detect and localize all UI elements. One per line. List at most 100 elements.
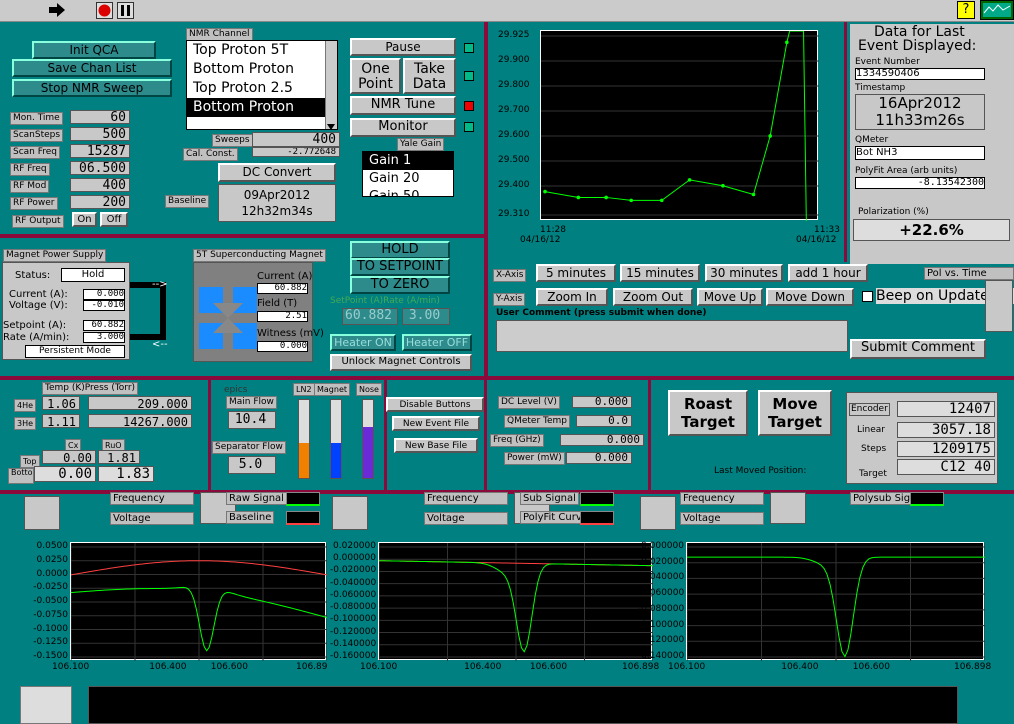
init-qca-button[interactable]: Init QCA <box>32 41 156 59</box>
voltage-label: Voltage <box>424 512 508 525</box>
nose-label: Nose <box>356 383 382 396</box>
beep-checkbox[interactable] <box>862 291 873 302</box>
dc-level-label: DC Level (V) <box>498 396 560 409</box>
take-data-button[interactable]: Take Data <box>403 58 456 94</box>
rate-input[interactable]: 3.00 <box>402 308 450 325</box>
one-point-button[interactable]: One Point <box>350 58 401 94</box>
gain-item[interactable]: Gain 50 <box>363 188 453 196</box>
param-input[interactable]: 200 <box>70 195 130 209</box>
comment-label: User Comment (press submit when done) <box>496 308 707 318</box>
roast-target-button[interactable]: Roast Target <box>668 390 748 436</box>
pause-icon[interactable] <box>117 2 134 19</box>
rf-on-button[interactable]: On <box>72 212 97 227</box>
param-input[interactable]: 06.500 <box>70 161 130 175</box>
divider <box>0 376 1014 380</box>
y-tick-label: -0.080000 <box>330 602 377 613</box>
y-axis-button[interactable]: Zoom In <box>536 288 608 306</box>
unlock-magnet-button[interactable]: Unlock Magnet Controls <box>330 354 472 371</box>
y-tick-label: -0.080000 <box>638 603 685 614</box>
save-chan-list-button[interactable]: Save Chan List <box>12 59 172 77</box>
heater-off-button[interactable]: Heater OFF <box>402 334 472 351</box>
app-logo-icon <box>980 0 1014 20</box>
zoom-tool-icon[interactable] <box>24 496 60 530</box>
pause-checkbox[interactable] <box>464 43 474 53</box>
param-input[interactable]: 60 <box>70 110 130 124</box>
linear-value: 3057.18 <box>897 422 995 438</box>
y-axis-button[interactable]: Move Up <box>697 288 763 306</box>
y-tick-label: -0.040000 <box>638 572 685 583</box>
zoom-tool-icon[interactable] <box>332 496 368 530</box>
new-base-file-button[interactable]: New Base File <box>394 438 478 453</box>
zoom-tool-icon[interactable] <box>640 496 676 530</box>
channel-item[interactable]: Top Proton 2.5 <box>187 79 325 98</box>
steps-value: 1209175 <box>897 441 995 457</box>
linear-label: Linear <box>857 425 885 435</box>
yale-gain-list[interactable]: Gain 1 Gain 20 Gain 50 <box>362 151 454 197</box>
disable-buttons-button[interactable]: Disable Buttons <box>386 397 484 412</box>
he4-label: 4He <box>14 399 37 412</box>
param-input[interactable]: 400 <box>70 178 130 192</box>
move-target-button[interactable]: Move Target <box>758 390 832 436</box>
x-tick-label: 106.100 <box>52 662 90 672</box>
y-axis-button[interactable]: Zoom Out <box>613 288 693 306</box>
bottom-log <box>88 686 958 724</box>
y-axis-button[interactable]: Move Down <box>766 288 854 306</box>
gain-item[interactable]: Gain 1 <box>363 152 453 170</box>
heater-on-button[interactable]: Heater ON <box>330 334 396 351</box>
freq-ghz-label: Freq (GHz) <box>490 434 544 447</box>
help-button[interactable]: ? <box>957 1 975 19</box>
x-axis-button[interactable]: 5 minutes <box>536 264 616 282</box>
sc-field-label: Field (T) <box>257 298 298 309</box>
nmr-plot-svg <box>70 543 328 661</box>
y-tick-label: -0.120000 <box>638 635 685 646</box>
record-icon[interactable] <box>96 2 113 19</box>
roast-label: Roast <box>683 395 733 413</box>
stop-nmr-sweep-button[interactable]: Stop NMR Sweep <box>12 79 172 97</box>
frequency-label: Frequency <box>424 492 508 505</box>
axis-format-icon[interactable] <box>770 492 806 524</box>
y-tick-label: -0.0250 <box>33 582 68 593</box>
nmr-channel-list[interactable]: Top Proton 5T Bottom Proton Top Proton 2.5… <box>186 40 338 130</box>
run-arrow-icon[interactable] <box>48 2 66 18</box>
x-axis-button[interactable]: add 1 hour <box>788 264 868 282</box>
setpoint-input[interactable]: 60.882 <box>342 308 398 325</box>
to-zero-button[interactable]: TO ZERO <box>350 276 450 294</box>
monitor-button[interactable]: Monitor <box>350 118 456 137</box>
x-axis-button[interactable]: 15 minutes <box>620 264 700 282</box>
channel-item[interactable]: Top Proton 5T <box>187 41 325 60</box>
param-input[interactable]: 15287 <box>70 144 130 158</box>
ps-rate-value[interactable]: 3.000 <box>83 332 125 343</box>
take-data-checkbox[interactable] <box>464 71 474 81</box>
ps-setpoint-value[interactable]: 60.882 <box>83 320 125 331</box>
x-axis-button[interactable]: 30 minutes <box>705 264 783 282</box>
sc-field-value: 2.51 <box>257 311 308 322</box>
ps-rate-label: Rate (A/min): <box>3 332 70 343</box>
param-input[interactable]: 500 <box>70 127 130 141</box>
scroll-down-icon[interactable] <box>326 117 336 130</box>
nmr-tune-checkbox[interactable] <box>464 101 474 111</box>
steps-label: Steps <box>861 444 887 454</box>
qmeter-label: QMeter <box>855 135 889 145</box>
scrollbar[interactable] <box>325 41 337 129</box>
rf-off-button[interactable]: Off <box>100 212 128 227</box>
channel-item[interactable]: Bottom Proton <box>187 98 325 117</box>
pol-point <box>751 192 756 197</box>
plot-tools-icon[interactable] <box>985 280 1013 332</box>
nmr-tune-button[interactable]: NMR Tune <box>350 96 456 115</box>
sweeps-input[interactable]: 400 <box>252 132 340 147</box>
new-event-file-button[interactable]: New Event File <box>392 416 480 431</box>
to-setpoint-button[interactable]: TO SETPOINT <box>350 258 450 276</box>
legend-swatch-green <box>286 492 320 506</box>
baseline-time: 12h32m34s <box>241 204 313 218</box>
dc-convert-button[interactable]: DC Convert <box>218 163 336 182</box>
pause-button[interactable]: Pause <box>350 38 456 56</box>
y-tick-label: 29.310 <box>498 209 530 219</box>
comment-input[interactable] <box>496 320 848 352</box>
x-tick-label: 106.100 <box>360 662 398 672</box>
hold-button[interactable]: HOLD <box>350 241 450 259</box>
channel-item[interactable]: Bottom Proton <box>187 60 325 79</box>
submit-comment-button[interactable]: Submit Comment <box>850 339 986 359</box>
rf-output-label: RF Output <box>12 215 64 228</box>
monitor-checkbox[interactable] <box>464 122 474 132</box>
gain-item[interactable]: Gain 20 <box>363 170 453 188</box>
